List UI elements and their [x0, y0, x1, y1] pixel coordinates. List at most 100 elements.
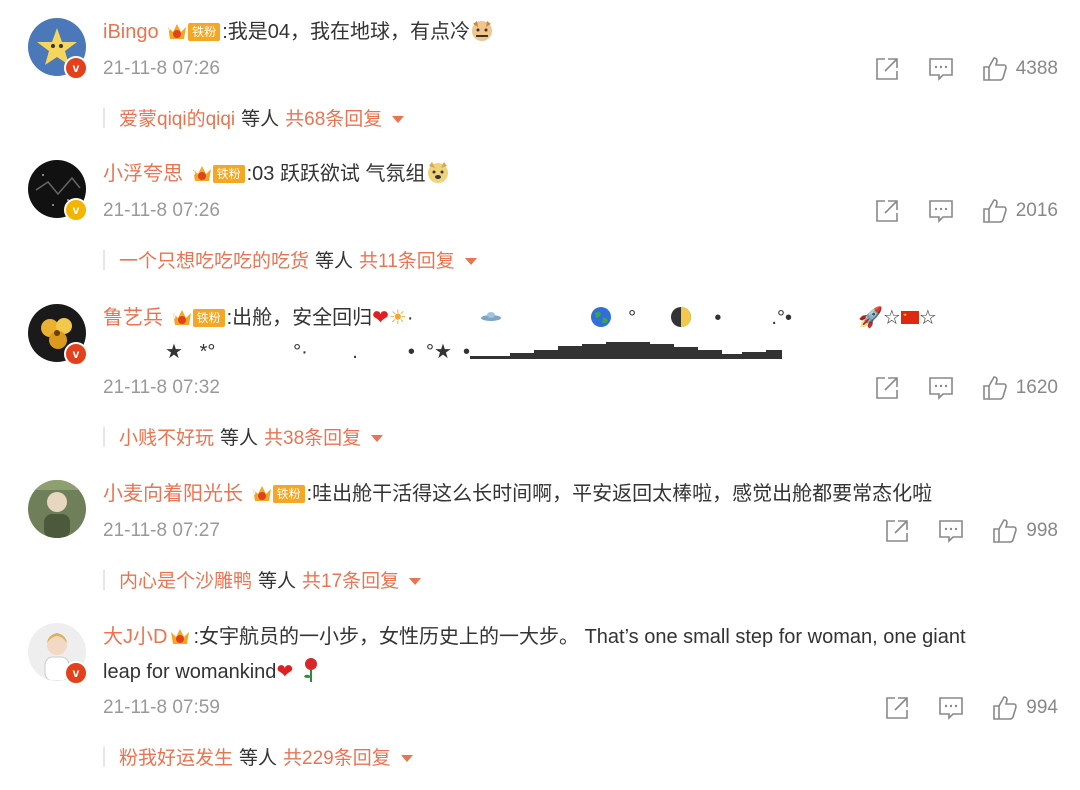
- like-button[interactable]: 994: [992, 695, 1058, 721]
- comment-text: :哇出舱干活得这么长时间啊，平安返回太棒啦，感觉出舱都要常态化啦: [306, 483, 933, 505]
- reply-user[interactable]: 小贱不好玩: [119, 428, 214, 449]
- verified-badge-icon: v: [64, 56, 88, 80]
- decor-symbols: ★ *° °· . • °★ •: [165, 341, 471, 363]
- share-button[interactable]: [884, 518, 910, 544]
- thumbs-up-icon: [993, 696, 1018, 720]
- bar-decor-icon: [470, 342, 783, 359]
- comment-actions: 4388: [874, 56, 1058, 82]
- sun-icon: ☀: [388, 307, 407, 329]
- rocket-icon: 🚀: [857, 307, 883, 329]
- comment-actions: 998: [884, 518, 1058, 544]
- share-icon: [886, 520, 909, 542]
- comment-line: 鲁艺兵 5 铁粉:出舱，安全回归❤☀· ° • .°• 🚀☆ ☆: [103, 307, 937, 329]
- comment-line-2: leap for womankind❤: [103, 657, 321, 686]
- comment-button[interactable]: [938, 695, 964, 721]
- comment-button[interactable]: [928, 375, 954, 401]
- comment-icon: [939, 520, 964, 543]
- reply-summary[interactable]: 爱蒙qiqi的qiqi 等人 共68条回复: [103, 104, 405, 131]
- avatar[interactable]: v: [28, 304, 88, 366]
- thumbs-up-icon: [982, 199, 1007, 223]
- avatar[interactable]: [28, 480, 86, 538]
- avatar[interactable]: v: [28, 160, 88, 222]
- like-button[interactable]: 2016: [982, 198, 1058, 224]
- like-button[interactable]: 998: [992, 518, 1058, 544]
- doge-emoji-icon: [427, 162, 448, 183]
- fan-badge-icon: 7 铁粉: [166, 21, 221, 43]
- share-icon: [886, 697, 909, 719]
- like-count: 994: [1026, 697, 1058, 718]
- comment-icon: [928, 377, 953, 400]
- verified-badge-icon: v: [64, 661, 88, 685]
- reply-count[interactable]: 共17条回复: [302, 571, 399, 592]
- comment-text: :我是04，我在地球，有点冷: [222, 21, 470, 43]
- username[interactable]: 鲁艺兵: [103, 307, 163, 329]
- chevron-down-icon: [392, 116, 405, 123]
- comment-text: :女宇航员的一小步，女性历史上的一大步。 That’s one small st…: [193, 626, 966, 648]
- reply-summary[interactable]: 粉我好运发生 等人 共229条回复: [103, 743, 413, 770]
- fan-badge-icon: 5 铁粉: [171, 307, 225, 329]
- comment-line: 小麦向着阳光长 5 铁粉:哇出舱干活得这么长时间啊，平安返回太棒啦，感觉出舱都要常…: [103, 480, 932, 508]
- avatar[interactable]: v: [28, 623, 88, 685]
- username[interactable]: 小麦向着阳光长: [103, 483, 243, 505]
- comment-button[interactable]: [928, 198, 954, 224]
- moon-icon: [671, 307, 692, 327]
- share-button[interactable]: [874, 56, 900, 82]
- comment-line: 大J小D :女宇航员的一小步，女性历史上的一大步。 That’s one smal…: [103, 623, 966, 651]
- cat-emoji-icon: [472, 21, 492, 41]
- comment-time: 21-11-8 07:26: [103, 200, 220, 221]
- reply-count[interactable]: 共229条回复: [283, 748, 391, 769]
- verified-badge-icon: v: [64, 342, 88, 366]
- like-button[interactable]: 4388: [982, 56, 1058, 82]
- reply-summary[interactable]: 一个只想吃吃吃的吃货 等人 共11条回复: [103, 246, 477, 273]
- share-icon: [875, 58, 898, 80]
- divider: [103, 250, 105, 270]
- heart-icon: ❤: [276, 661, 294, 683]
- reply-user[interactable]: 爱蒙qiqi的qiqi: [119, 109, 235, 130]
- comment-time: 21-11-8 07:26: [103, 58, 220, 79]
- divider: [103, 747, 105, 767]
- china-flag-icon: [900, 311, 919, 324]
- divider: [103, 427, 105, 447]
- reply-user[interactable]: 粉我好运发生: [119, 748, 233, 769]
- comment-time: 21-11-8 07:32: [103, 377, 220, 398]
- avatar-image: [28, 480, 86, 538]
- comment-time: 21-11-8 07:27: [103, 520, 220, 541]
- share-icon: [875, 200, 898, 222]
- avatar[interactable]: v: [28, 18, 88, 80]
- reply-count[interactable]: 共11条回复: [359, 251, 455, 272]
- comment-icon: [928, 200, 953, 223]
- thumbs-up-icon: [982, 376, 1007, 400]
- reply-summary[interactable]: 小贱不好玩 等人 共38条回复: [103, 423, 384, 450]
- share-button[interactable]: [874, 375, 900, 401]
- username[interactable]: 大J小D: [103, 626, 167, 648]
- comment-button[interactable]: [938, 518, 964, 544]
- reply-user[interactable]: 一个只想吃吃吃的吃货: [119, 251, 309, 272]
- like-count: 4388: [1015, 58, 1058, 79]
- comment-time: 21-11-8 07:59: [103, 697, 220, 718]
- reply-user[interactable]: 内心是个沙雕鸭: [119, 571, 252, 592]
- chevron-down-icon: [400, 755, 413, 762]
- comment-button[interactable]: [928, 56, 954, 82]
- reply-summary[interactable]: 内心是个沙雕鸭 等人 共17条回复: [103, 566, 422, 593]
- verified-badge-icon: v: [64, 198, 88, 222]
- like-button[interactable]: 1620: [982, 375, 1058, 401]
- chevron-down-icon: [464, 258, 477, 265]
- fan-badge-icon: 5 铁粉: [251, 483, 305, 505]
- username[interactable]: 小浮夸思: [103, 163, 183, 185]
- chevron-down-icon: [409, 578, 422, 585]
- thumbs-up-icon: [982, 57, 1007, 81]
- divider: [103, 570, 105, 590]
- comment-text: :出舱，安全回归: [226, 307, 373, 329]
- earth-icon: [590, 307, 611, 327]
- reply-count[interactable]: 共68条回复: [285, 109, 382, 130]
- like-count: 1620: [1015, 377, 1058, 398]
- username[interactable]: iBingo: [103, 21, 159, 43]
- share-button[interactable]: [874, 198, 900, 224]
- reply-count[interactable]: 共38条回复: [264, 428, 361, 449]
- comment-line: iBingo 7 铁粉:我是04，我在地球，有点冷: [103, 18, 494, 46]
- comment-actions: 994: [884, 695, 1058, 721]
- like-count: 2016: [1015, 200, 1058, 221]
- divider: [103, 108, 105, 128]
- comment-icon: [939, 697, 964, 720]
- share-button[interactable]: [884, 695, 910, 721]
